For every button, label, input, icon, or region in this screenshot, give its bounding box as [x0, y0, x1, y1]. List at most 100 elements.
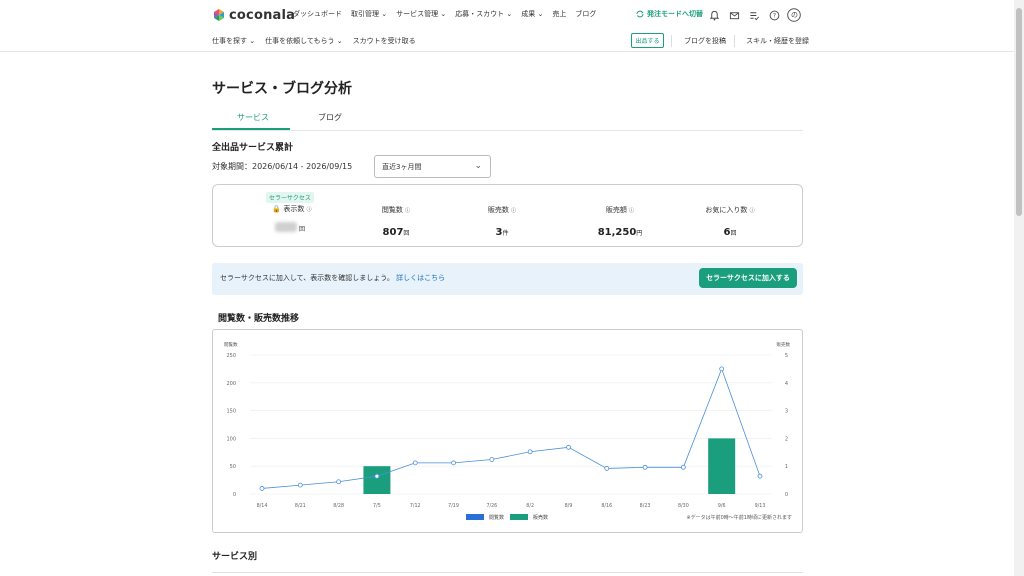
blog-post-link[interactable]: ブログを投稿: [684, 36, 726, 46]
stat-label-text: 表示数: [283, 205, 305, 213]
x-tick-label: 7/19: [448, 503, 459, 509]
subnav-find-work[interactable]: 仕事を探す ⌄: [212, 36, 255, 46]
point-views: [451, 460, 456, 466]
point-views: [719, 366, 725, 372]
x-tick-label: 8/9: [565, 503, 573, 509]
seller-success-banner: セラーサクセスに加入して、表示数を確認しましょう。 詳しくはこちら セラーサクセ…: [212, 263, 803, 295]
stat-label-text: お気に入り数: [705, 206, 748, 214]
section-title-by-service: サービス別: [212, 552, 258, 562]
nav-transactions[interactable]: 取引管理 ⌄: [351, 9, 387, 19]
point-views: [336, 479, 342, 485]
point-views: [604, 466, 610, 471]
scrollbar[interactable]: [1014, 0, 1024, 576]
line-views: [261, 367, 761, 489]
bar-sales: [708, 438, 736, 494]
banner-text: セラーサクセスに加入して、表示数を確認しましょう。 詳しくはこちら: [220, 273, 445, 283]
details-link[interactable]: 詳しくはこちら: [396, 274, 445, 282]
left-tick-label: 0: [233, 492, 236, 498]
banner-message: セラーサクセスに加入して、表示数を確認しましょう。: [220, 274, 394, 282]
nav-sales[interactable]: 売上: [552, 9, 566, 19]
x-tick-label: 8/2: [526, 503, 534, 509]
left-tick-label: 250: [226, 353, 236, 359]
nav-service-management[interactable]: サービス管理 ⌄: [396, 9, 446, 19]
tab-blog[interactable]: ブログ: [318, 112, 342, 123]
page-title: サービス・ブログ分析: [212, 81, 352, 97]
blurred-value: [275, 222, 297, 232]
left-axis-label: 閲覧数: [224, 341, 238, 348]
x-tick-label: 9/13: [755, 503, 766, 509]
info-icon[interactable]: ⓘ: [629, 208, 634, 214]
period-select[interactable]: 直近3ヶ月間 ⌄: [374, 155, 491, 178]
trend-chart: 閲覧数 販売数250 5200 4150 3100 250 10 08/14 8/21 8/28 7…: [224, 341, 792, 521]
section-title-total: 全出品サービス累計: [212, 143, 294, 153]
legend-swatch-sales: [510, 514, 528, 520]
divider: [734, 35, 735, 47]
x-tick-label: 8/14: [257, 503, 268, 509]
info-icon[interactable]: ⓘ: [750, 208, 755, 214]
subnav-receive-scouts[interactable]: スカウトを受け取る: [353, 36, 416, 46]
sub-header: 仕事を探す ⌄ 仕事を依頼してもらう ⌄ スカウトを受け取る 出品する ブログを…: [0, 30, 1014, 52]
stat-value: 807: [382, 227, 404, 238]
stat-unit: 円: [636, 230, 643, 237]
stat-unit: 回: [730, 230, 737, 237]
chart-note: ※データは午前0時〜午前1時頃に更新されます: [686, 514, 792, 521]
stat-views: 閲覧数 ⓘ 807回: [366, 205, 426, 238]
right-tick-label: 5: [785, 353, 788, 359]
stat-label-text: 販売額: [605, 206, 627, 214]
stat-impressions: 🔒 表示数 ⓘ: [262, 204, 322, 214]
right-tick-label: 0: [785, 492, 788, 498]
period-select-value: 直近3ヶ月間: [382, 162, 422, 171]
info-icon[interactable]: ⓘ: [405, 208, 410, 214]
bell-icon[interactable]: [707, 8, 721, 22]
tab-active-indicator: [212, 128, 290, 130]
nav-results[interactable]: 成果 ⌄: [521, 9, 543, 19]
right-tick-label: 1: [785, 464, 788, 470]
section-title-trend: 閲覧数・販売数推移: [218, 314, 300, 324]
skill-register-link[interactable]: スキル・経歴を登録: [746, 36, 809, 46]
stat-unit: 回: [403, 230, 410, 237]
x-tick-label: 8/30: [678, 503, 689, 509]
stat-sales-amount: 販売額 ⓘ 81,250円: [580, 205, 660, 238]
x-tick-label: 8/23: [640, 503, 651, 509]
order-mode-label: 発注モードへ切替: [647, 10, 703, 18]
x-tick-label: 7/12: [410, 503, 421, 509]
stat-sales-count: 販売数 ⓘ 3件: [472, 205, 532, 238]
join-seller-success-button[interactable]: セラーサクセスに加入する: [699, 268, 797, 288]
nav-apply-scout[interactable]: 応募・スカウト ⌄: [455, 9, 512, 19]
right-tick-label: 2: [785, 436, 788, 442]
avatar[interactable]: の: [787, 8, 801, 22]
publish-button[interactable]: 出品する: [631, 33, 664, 48]
switch-icon: [636, 10, 644, 18]
coconala-logo[interactable]: coconala: [212, 7, 295, 23]
stat-unit: 件: [502, 230, 509, 237]
info-icon[interactable]: ⓘ: [511, 208, 516, 214]
sub-nav: 仕事を探す ⌄ 仕事を依頼してもらう ⌄ スカウトを受け取る: [212, 36, 426, 46]
x-tick-label: 7/5: [373, 503, 381, 509]
bar-sales: [363, 466, 391, 494]
stat-label: 🔒 表示数 ⓘ: [262, 204, 322, 214]
x-tick-label: 8/28: [333, 503, 344, 509]
checklist-icon[interactable]: [747, 8, 761, 22]
point-views: [259, 486, 265, 491]
order-mode-switch[interactable]: 発注モードへ切替: [636, 9, 703, 19]
info-icon[interactable]: ⓘ: [307, 207, 312, 213]
point-views: [642, 464, 648, 470]
right-tick-label: 3: [785, 409, 788, 415]
point-views: [412, 460, 418, 466]
svg-text:?: ?: [772, 12, 775, 19]
subnav-get-requests[interactable]: 仕事を依頼してもらう ⌄: [265, 36, 343, 46]
mail-icon[interactable]: [727, 8, 741, 22]
nav-blog[interactable]: ブログ: [575, 9, 596, 19]
x-tick-label: 9/6: [718, 503, 726, 509]
tab-service[interactable]: サービス: [237, 112, 269, 123]
help-icon[interactable]: ?: [767, 8, 781, 22]
stat-value: 81,250: [597, 227, 637, 238]
right-tick-label: 4: [785, 381, 788, 387]
x-tick-label: 8/21: [295, 503, 306, 509]
scrollbar-thumb[interactable]: [1016, 8, 1022, 216]
left-tick-label: 100: [226, 436, 236, 442]
legend-label-views: 閲覧数: [489, 514, 504, 521]
point-views: [374, 473, 380, 479]
point-views: [680, 464, 686, 470]
nav-dashboard[interactable]: ダッシュボード: [293, 9, 342, 19]
